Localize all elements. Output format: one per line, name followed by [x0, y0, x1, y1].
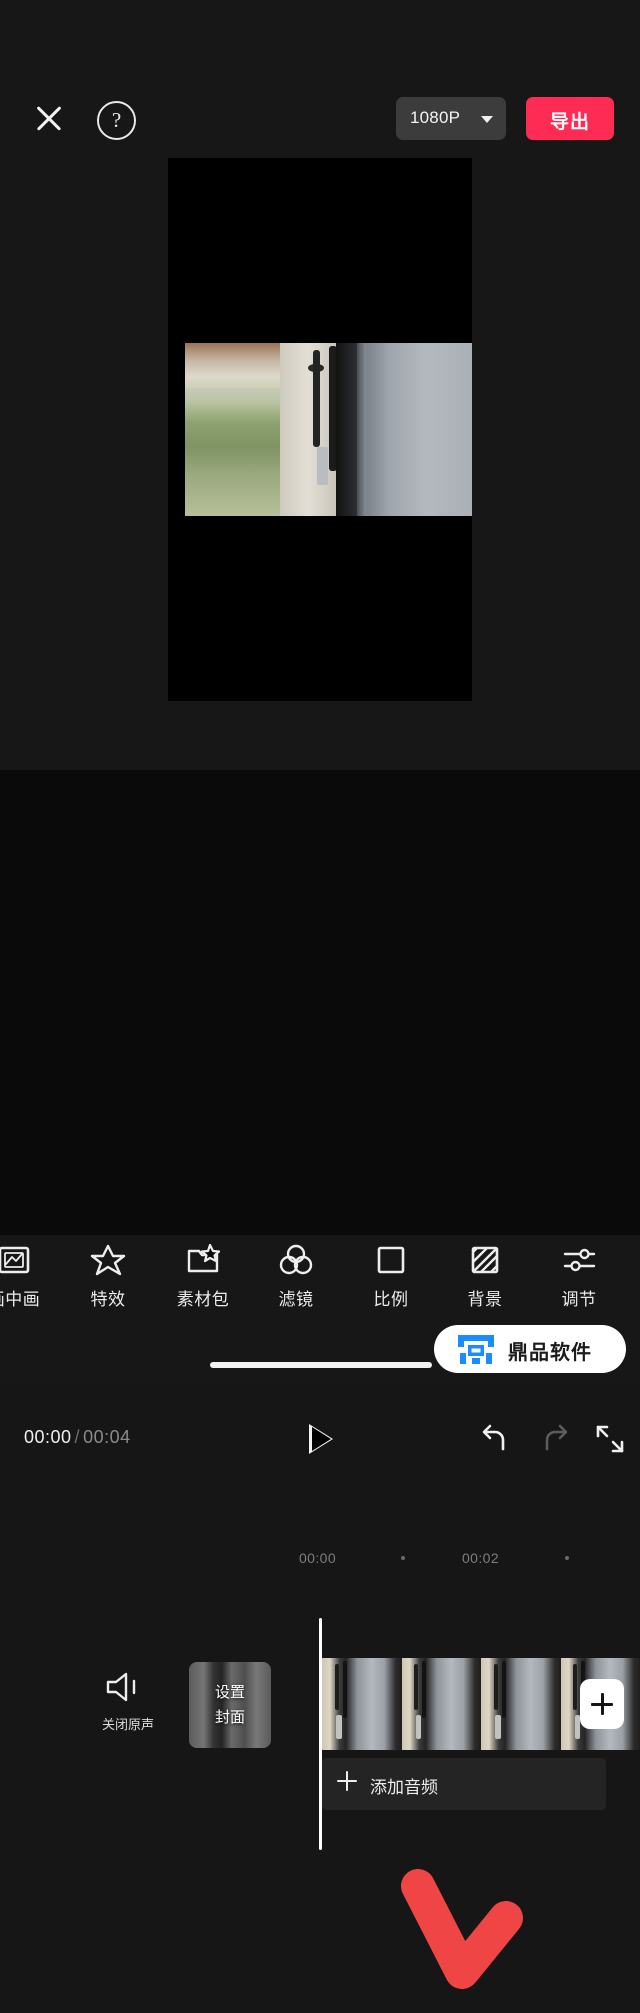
- cover-label-line2: 封面: [214, 1709, 245, 1726]
- export-label: 导出: [549, 112, 590, 133]
- video-preview-canvas[interactable]: [168, 158, 472, 701]
- door-handle-bar-1: [312, 349, 321, 447]
- mute-original-audio-label: 关闭原声: [101, 1717, 154, 1732]
- total-time: 00:04: [83, 1427, 131, 1447]
- timeline-area[interactable]: 00:00 00:02 关闭原声 设置 封面 添加音频: [0, 770, 640, 1989]
- filter-circles-icon: [250, 1241, 342, 1281]
- time-display: 00:00/00:04: [24, 1427, 131, 1448]
- add-clip-button[interactable]: [580, 1679, 624, 1729]
- aspect-ratio-icon: [345, 1241, 437, 1281]
- set-cover-button[interactable]: 设置 封面: [189, 1662, 271, 1748]
- bottom-toolbar[interactable]: 画中画 特效 素材包: [0, 1237, 640, 1329]
- material-pack-icon: [157, 1241, 249, 1281]
- interior-wall: [357, 343, 472, 516]
- tool-label-aspect-ratio: 比例: [373, 1290, 409, 1309]
- resolution-dropdown[interactable]: 1080P: [396, 97, 506, 140]
- door-lever: [317, 446, 329, 485]
- tool-label-filter: 滤镜: [278, 1290, 314, 1309]
- annotation-arrow: [398, 1868, 528, 2008]
- undo-icon[interactable]: [478, 1423, 512, 1455]
- fullscreen-icon[interactable]: [594, 1423, 628, 1455]
- help-icon[interactable]: ?: [97, 101, 136, 140]
- tool-label-background: 背景: [467, 1290, 503, 1309]
- adjust-sliders-icon: [533, 1241, 625, 1281]
- tool-aspect-ratio[interactable]: 比例: [345, 1237, 437, 1329]
- resolution-label: 1080P: [410, 108, 461, 127]
- ruler-tick-0: 00:00: [299, 1550, 337, 1566]
- cover-label: 设置 封面: [189, 1680, 271, 1730]
- wall-edge: [357, 343, 366, 516]
- add-audio-track[interactable]: 添加音频: [322, 1758, 606, 1810]
- ruler-dot-1: [401, 1556, 405, 1560]
- add-audio-label: 添加音频: [370, 1778, 438, 1797]
- timeline-ruler[interactable]: 00:00 00:02: [0, 1545, 640, 1573]
- home-indicator: [210, 1362, 432, 1368]
- time-separator: /: [74, 1427, 81, 1447]
- tool-background[interactable]: 背景: [439, 1237, 531, 1329]
- tool-filter[interactable]: 滤镜: [250, 1237, 342, 1329]
- background-hatch-icon: [439, 1241, 531, 1281]
- plus-icon: [337, 1771, 357, 1791]
- tool-label-adjust: 调节: [561, 1290, 597, 1309]
- tool-effects[interactable]: 特效: [62, 1237, 154, 1329]
- play-icon[interactable]: [307, 1424, 335, 1454]
- tool-label-picture-in-picture: 画中画: [0, 1290, 41, 1309]
- close-icon[interactable]: [30, 99, 68, 137]
- tool-adjust[interactable]: 调节: [533, 1237, 625, 1329]
- redo-icon[interactable]: [538, 1423, 572, 1455]
- cover-label-line1: 设置: [214, 1684, 245, 1701]
- ruler-dot-2: [565, 1556, 569, 1560]
- playhead[interactable]: [319, 1618, 322, 1850]
- watermark-text: 鼎品软件: [508, 1342, 592, 1364]
- tool-material-pack[interactable]: 素材包: [157, 1237, 249, 1329]
- star-effects-icon: [62, 1241, 154, 1281]
- top-bar: ? 1080P 导出: [0, 0, 640, 140]
- player-controls: 00:00/00:04: [0, 706, 640, 1454]
- chevron-down-icon: [481, 116, 493, 123]
- watermark-badge: 鼎品软件: [434, 1325, 626, 1373]
- tool-label-material-pack: 素材包: [176, 1290, 230, 1309]
- tool-picture-in-picture[interactable]: 画中画: [0, 1237, 60, 1329]
- door-shadow-edge: [335, 343, 359, 516]
- current-time: 00:00: [24, 1427, 72, 1447]
- video-frame: [185, 343, 472, 516]
- export-button[interactable]: 导出: [526, 97, 614, 140]
- tool-label-effects: 特效: [90, 1290, 126, 1309]
- ruler-tick-1: 00:02: [462, 1550, 500, 1566]
- editor-root: ? 1080P 导出 00:00/00:04 00:00 00:02 关闭原声 …: [0, 0, 640, 1989]
- picture-in-picture-icon: [0, 1241, 60, 1281]
- dingpin-logo-icon: [454, 1331, 498, 1367]
